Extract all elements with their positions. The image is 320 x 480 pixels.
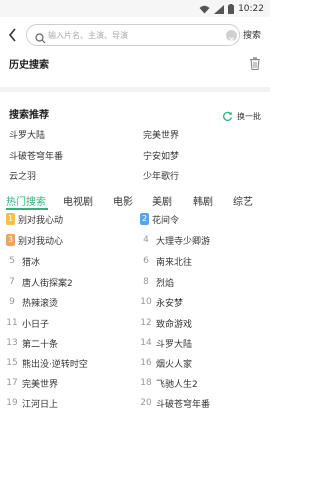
hot-item-title: 烟火人家: [156, 359, 193, 370]
rank-number: 20: [140, 398, 152, 408]
history-title: 历史搜索: [9, 60, 49, 71]
hot-item[interactable]: 1 别对我心动: [6, 212, 63, 226]
hot-item-title: 猎冰: [22, 257, 41, 268]
recommend-item[interactable]: 斗罗大陆: [9, 128, 45, 141]
recommend-item[interactable]: 完美世界: [143, 128, 179, 141]
hot-item-title: 唐人街探案2: [22, 278, 73, 289]
search-icon: [35, 29, 46, 48]
recommend-item[interactable]: 宁安如梦: [143, 149, 179, 162]
rank-number: 8: [143, 277, 149, 287]
wifi-icon: [199, 0, 210, 18]
tab-us-drama[interactable]: 美剧: [152, 193, 172, 208]
hot-item-title: 江河日上: [22, 399, 59, 410]
hot-item-title: 别对我动心: [18, 236, 64, 247]
refresh-icon: [222, 107, 233, 126]
hot-item-title: 南来北往: [156, 257, 193, 268]
rank-number: 13: [6, 338, 18, 348]
rank-number: 11: [6, 318, 18, 328]
tab-k-drama[interactable]: 韩剧: [193, 193, 213, 208]
signal-icon: [214, 0, 225, 18]
hot-item-title: 小日子: [22, 319, 50, 330]
tab-tv[interactable]: 电视剧: [63, 193, 93, 208]
hot-item[interactable]: 14 斗罗大陆: [140, 336, 192, 350]
battery-icon: [228, 0, 235, 18]
status-time: 10:22: [238, 3, 264, 14]
hot-item[interactable]: 20 斗破苍穹年番: [140, 396, 210, 410]
hot-item[interactable]: 18 飞驰人生2: [140, 376, 198, 390]
recommend-item[interactable]: 云之羽: [9, 169, 36, 182]
hot-item-title: 斗破苍穹年番: [156, 399, 211, 410]
clear-icon[interactable]: [226, 30, 237, 42]
hot-item-title: 完美世界: [22, 379, 59, 390]
hot-item-title: 飞驰人生2: [156, 379, 198, 390]
hot-item-title: 熊出没·逆转时空: [22, 359, 88, 370]
rank-number: 5: [9, 256, 15, 266]
hot-item[interactable]: 11 小日子: [6, 316, 49, 330]
trash-icon[interactable]: [249, 55, 261, 74]
hot-item-title: 花间令: [152, 215, 180, 226]
hot-item-title: 永安梦: [156, 298, 184, 309]
hot-item-title: 斗罗大陆: [156, 339, 193, 350]
hot-item[interactable]: 17 完美世界: [6, 376, 58, 390]
rank-number: 6: [143, 256, 149, 266]
rank-number: 14: [140, 338, 152, 348]
hot-item-title: 烈焰: [156, 278, 175, 289]
refresh-button[interactable]: 换一批: [222, 107, 261, 126]
rank-number: 7: [9, 277, 15, 287]
hot-item-title: 热辣滚烫: [22, 298, 59, 309]
recommend-item[interactable]: 少年歌行: [143, 169, 179, 182]
search-row: 搜索: [0, 22, 270, 48]
rank-number: 4: [143, 235, 149, 245]
rank-number: 18: [140, 378, 152, 388]
hot-item-title: 大理寺少卿游: [156, 236, 211, 247]
hot-item[interactable]: 2 花间令: [140, 212, 179, 226]
section-divider: [0, 87, 270, 92]
recommend-item[interactable]: 斗破苍穹年番: [9, 149, 63, 162]
hot-item[interactable]: 8 烈焰: [140, 275, 174, 289]
hot-item[interactable]: 16 烟火人家: [140, 356, 192, 370]
rank-number: 9: [9, 297, 15, 307]
hot-item[interactable]: 7 唐人街探案2: [6, 275, 73, 289]
hot-item[interactable]: 3 别对我动心: [6, 233, 63, 247]
hot-item-title: 第二十条: [22, 339, 59, 350]
search-button[interactable]: 搜索: [243, 28, 261, 41]
tab-variety[interactable]: 综艺: [233, 193, 253, 208]
hot-item-title: 致命游戏: [156, 319, 193, 330]
hot-item[interactable]: 10 永安梦: [140, 295, 183, 309]
hot-item[interactable]: 6 南来北往: [140, 254, 192, 268]
hot-item[interactable]: 19 江河日上: [6, 396, 58, 410]
rank-badge: 1: [6, 213, 15, 225]
hot-item[interactable]: 12 致命游戏: [140, 316, 192, 330]
active-tab-indicator: [6, 208, 48, 210]
back-arrow-icon[interactable]: [5, 25, 21, 45]
rank-number: 19: [6, 398, 18, 408]
refresh-label: 换一批: [237, 112, 261, 121]
rank-badge: 3: [6, 234, 15, 246]
status-bar: 10:22: [0, 0, 270, 17]
search-box[interactable]: [26, 24, 240, 46]
rank-number: 12: [140, 318, 152, 328]
hot-item[interactable]: 15 熊出没·逆转时空: [6, 356, 88, 370]
search-input[interactable]: [48, 28, 228, 43]
rank-number: 17: [6, 378, 18, 388]
rank-number: 15: [6, 358, 18, 368]
tab-movie[interactable]: 电影: [113, 193, 133, 208]
category-tabs: 热门搜索 电视剧 电影 美剧 韩剧 综艺: [0, 193, 270, 211]
tab-hot[interactable]: 热门搜索: [6, 193, 46, 208]
hot-item[interactable]: 9 热辣滚烫: [6, 295, 58, 309]
recommend-title: 搜索推荐: [9, 110, 49, 121]
hot-item[interactable]: 4 大理寺少卿游: [140, 233, 210, 247]
rank-badge: 2: [140, 213, 149, 225]
hot-item[interactable]: 5 猎冰: [6, 254, 40, 268]
rank-number: 10: [140, 297, 152, 307]
status-icons: 10:22: [199, 2, 264, 15]
hot-item-title: 别对我心动: [18, 215, 64, 226]
hot-item[interactable]: 13 第二十条: [6, 336, 58, 350]
rank-number: 16: [140, 358, 152, 368]
